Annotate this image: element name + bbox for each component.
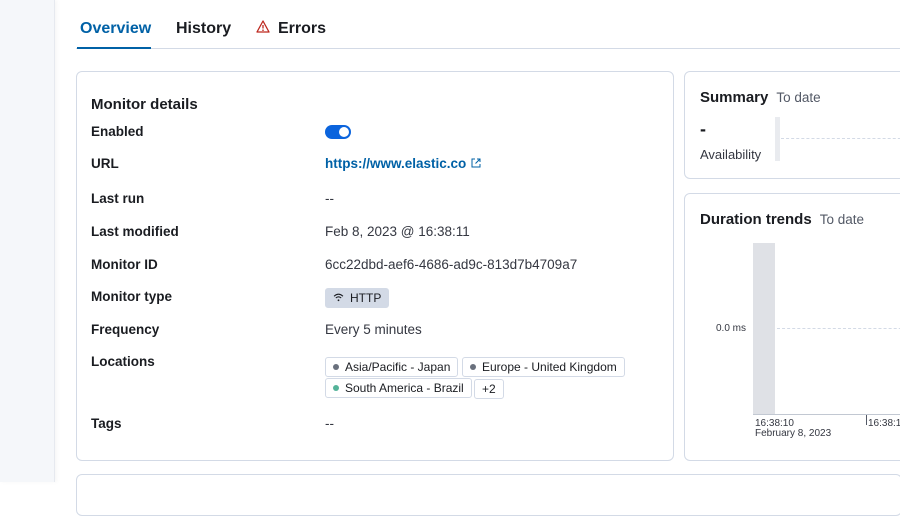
bottom-panel [76, 474, 900, 516]
location-badge: South America - Brazil [325, 378, 472, 398]
url-link[interactable]: https://www.elastic.co [325, 156, 481, 171]
tab-errors[interactable]: Errors [256, 20, 326, 38]
duration-gridline [777, 328, 900, 329]
enabled-label: Enabled [91, 124, 144, 139]
location-dot [333, 385, 339, 391]
tab-bar: Overview History Errors [76, 0, 900, 49]
active-tab-underline [77, 47, 151, 49]
enabled-toggle[interactable] [325, 125, 351, 139]
frequency-label: Frequency [91, 322, 160, 337]
x-axis-line [753, 414, 900, 415]
warning-icon [256, 20, 270, 38]
location-badge-text: Asia/Pacific - Japan [345, 360, 451, 374]
locations-label: Locations [91, 354, 155, 369]
monitor-type-label: Monitor type [91, 289, 172, 304]
frequency-value: Every 5 minutes [325, 322, 422, 337]
location-badge: Europe - United Kingdom [462, 357, 625, 377]
availability-gridline [781, 138, 900, 139]
url-link-text: https://www.elastic.co [325, 156, 467, 171]
last-modified-label: Last modified [91, 224, 179, 239]
duration-trends-subtitle: To date [819, 212, 864, 227]
tags-label: Tags [91, 416, 122, 431]
tab-history-label: History [176, 20, 232, 37]
monitor-id-value: 6cc22dbd-aef6-4686-ad9c-813d7b4709a7 [325, 257, 578, 272]
duration-trends-panel: Duration trends To date 0.0 ms 16:38:10 … [684, 193, 900, 461]
monitor-details-panel: Monitor details Enabled URL https://www.… [76, 71, 674, 461]
location-dot [333, 364, 339, 370]
x-axis-tick-mark [866, 415, 867, 425]
monitor-type-text: HTTP [350, 291, 382, 305]
y-axis-tick: 0.0 ms [716, 323, 747, 334]
side-nav [0, 0, 55, 482]
more-locations-text: +2 [482, 382, 496, 396]
tab-overview-label: Overview [80, 20, 152, 37]
x-axis-tick-date: February 8, 2023 [755, 428, 832, 439]
last-modified-value: Feb 8, 2023 @ 16:38:11 [325, 224, 470, 239]
monitor-id-label: Monitor ID [91, 257, 158, 272]
x-axis-tick: 16:38:15 [868, 418, 900, 429]
last-run-label: Last run [91, 191, 145, 206]
location-dot [470, 364, 476, 370]
summary-panel: Summary To date - Availability [684, 71, 900, 179]
duration-bar [753, 243, 775, 414]
availability-sparkline-bar [775, 117, 780, 161]
more-locations-badge[interactable]: +2 [474, 379, 504, 399]
location-badge-text: Europe - United Kingdom [482, 360, 617, 374]
availability-label: Availability [700, 147, 762, 162]
url-label: URL [91, 156, 119, 171]
summary-subtitle: To date [776, 90, 821, 105]
tab-overview[interactable]: Overview [77, 20, 152, 49]
monitor-details-title: Monitor details [91, 96, 198, 113]
summary-title: Summary [700, 89, 769, 106]
location-badge: Asia/Pacific - Japan [325, 357, 459, 377]
tags-value: -- [325, 416, 334, 431]
tab-history[interactable]: History [176, 20, 231, 38]
duration-trends-header: Duration trends To date [700, 211, 864, 228]
summary-header: Summary To date [700, 89, 821, 106]
monitor-type-badge: HTTP [325, 288, 390, 308]
last-run-value: -- [325, 191, 334, 206]
tab-errors-label: Errors [278, 20, 327, 37]
wifi-icon [333, 291, 344, 305]
location-badge-text: South America - Brazil [345, 381, 464, 395]
availability-value: - [700, 119, 706, 139]
external-link-icon [471, 156, 481, 171]
duration-trends-title: Duration trends [700, 211, 812, 228]
